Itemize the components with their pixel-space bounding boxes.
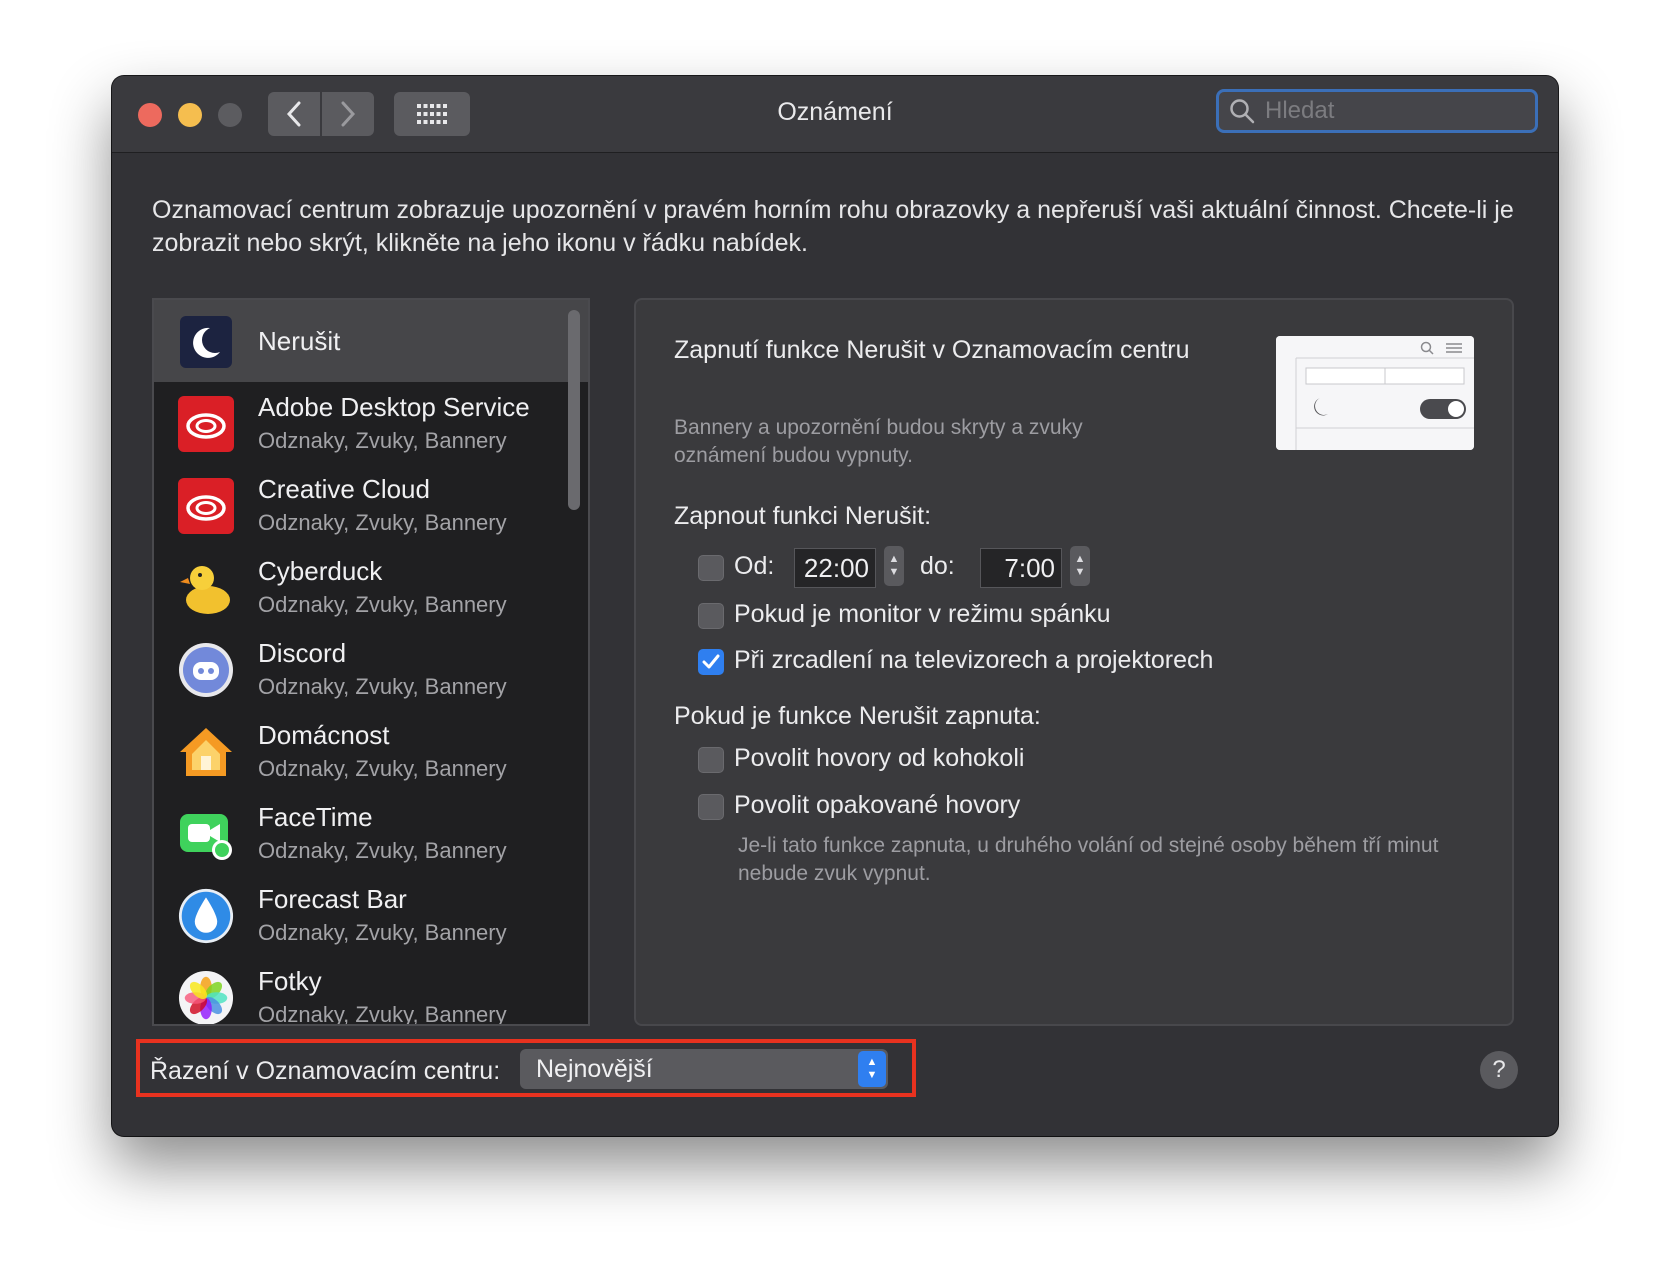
chevron-up-icon[interactable]: ▲ [889,553,900,566]
creative-cloud-icon [178,396,234,452]
discord-icon [178,642,234,698]
list-item[interactable]: Discord Odznaky, Zvuky, Bannery [154,628,588,710]
home-icon [178,724,234,780]
mirroring-label: Při zrcadlení na televizorech a projekto… [734,646,1214,674]
to-time-field[interactable]: 7:00 [980,548,1062,588]
photos-icon [178,970,234,1024]
mirroring-checkbox[interactable] [698,649,724,675]
title-bar: Oznámení [112,76,1558,153]
checkmark-icon [702,654,720,669]
list-item[interactable]: Domácnost Odznaky, Zvuky, Bannery [154,710,588,792]
from-time-stepper[interactable]: ▲ ▼ [884,546,904,586]
when-on-heading: Pokud je funkce Nerušit zapnuta: [674,702,1041,730]
search-icon [1230,99,1255,124]
list-item[interactable]: FaceTime Odznaky, Zvuky, Bannery [154,792,588,874]
allow-calls-label: Povolit hovory od kohokoli [734,744,1025,772]
panel-title: Zapnutí funkce Nerušit v Oznamovacím cen… [674,336,1190,364]
repeated-calls-note: Je-li tato funkce zapnuta, u druhého vol… [738,834,1439,885]
preferences-window: Oznámení Oznamovací centrum zobrazuje up… [112,76,1558,1136]
repeated-calls-label: Povolit opakované hovory [734,791,1021,819]
from-label: Od: [734,552,775,580]
search-field[interactable] [1216,89,1538,133]
list-item[interactable]: Adobe Desktop Service Odznaky, Zvuky, Ba… [154,382,588,464]
list-item[interactable]: Nerušit [154,300,588,382]
allow-calls-checkbox[interactable] [698,747,724,773]
chevron-down-icon[interactable]: ▼ [889,566,900,579]
raindrop-icon [178,888,234,944]
description-text: Oznamovací centrum zobrazuje upozornění … [152,196,1514,257]
repeated-calls-checkbox[interactable] [698,794,724,820]
duck-icon [178,560,234,616]
do-not-disturb-panel: Zapnutí funkce Nerušit v Oznamovacím cen… [634,298,1514,1026]
turn-on-heading: Zapnout funkci Nerušit: [674,502,932,530]
list-scrollbar[interactable] [568,310,580,510]
panel-subtitle: Bannery a upozornění budou skryty a zvuk… [674,416,1083,467]
sort-select[interactable]: Nejnovější ▲ ▼ [520,1049,888,1089]
moon-icon [178,314,234,370]
chevron-down-icon[interactable]: ▼ [1075,566,1086,579]
chevron-up-icon[interactable]: ▲ [1075,553,1086,566]
from-time-field[interactable]: 22:00 [794,548,876,588]
list-item[interactable]: Fotky Odznaky, Zvuky, Bannery [154,956,588,1024]
app-list[interactable]: Nerušit Adobe Desktop Service Odznaky, Z… [152,298,590,1026]
sort-select-value: Nejnovější [536,1054,653,1083]
sleep-label: Pokud je monitor v režimu spánku [734,600,1111,628]
facetime-icon [178,806,234,862]
sort-label: Řazení v Oznamovacím centru: [150,1057,501,1085]
help-button[interactable]: ? [1480,1051,1518,1089]
list-item[interactable]: Cyberduck Odznaky, Zvuky, Bannery [154,546,588,628]
scheduled-checkbox[interactable] [698,555,724,581]
search-input[interactable] [1263,96,1527,126]
to-label: do: [920,552,955,580]
creative-cloud-icon [178,478,234,534]
to-time-stepper[interactable]: ▲ ▼ [1070,546,1090,586]
select-arrows-icon: ▲ ▼ [858,1051,886,1087]
notification-center-preview [1276,336,1474,450]
list-item[interactable]: Forecast Bar Odznaky, Zvuky, Bannery [154,874,588,956]
list-item[interactable]: Creative Cloud Odznaky, Zvuky, Bannery [154,464,588,546]
sleep-checkbox[interactable] [698,603,724,629]
